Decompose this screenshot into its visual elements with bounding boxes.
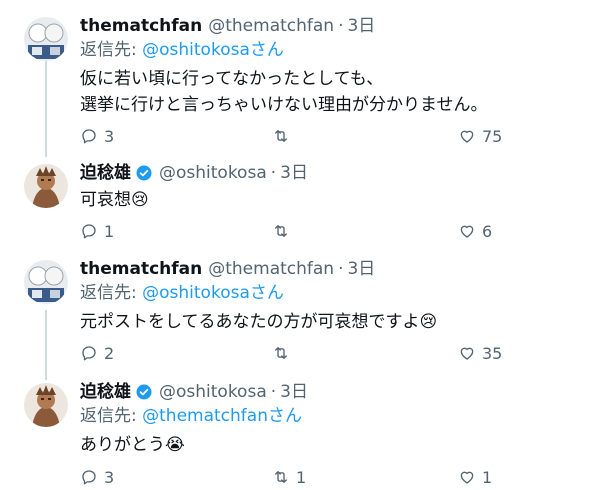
user-handle[interactable]: @oshitokosa <box>159 161 267 185</box>
action-bar: 3 75 <box>80 124 600 148</box>
retweet-button[interactable] <box>272 341 296 365</box>
separator: · <box>270 382 277 402</box>
separator: · <box>338 16 344 36</box>
timestamp[interactable]: 3日 <box>280 161 308 185</box>
reply-suffix: さん <box>249 283 284 303</box>
tweet-header: thematchfan @thematchfan · 3日 <box>80 14 580 38</box>
reply-button[interactable]: 1 <box>80 219 114 243</box>
verified-badge-icon <box>136 384 152 400</box>
avatar-image <box>24 383 68 427</box>
timestamp[interactable]: 3日 <box>347 257 375 281</box>
reply-count: 1 <box>104 221 115 241</box>
display-name[interactable]: thematchfan <box>80 14 202 38</box>
user-handle[interactable]: @thematchfan <box>208 257 334 281</box>
tweet-text: ありがとう😭 <box>80 432 580 458</box>
heart-icon <box>460 130 474 143</box>
tweet-text-line: 元ポストをしてるあなたの方が可哀想ですよ😢 <box>80 312 438 332</box>
like-button[interactable]: 1 <box>458 465 492 489</box>
reply-icon <box>82 129 96 144</box>
verified-badge-icon <box>136 165 152 181</box>
retweet-count: 1 <box>296 467 307 487</box>
reply-to: 返信先: @thematchfanさん <box>80 404 580 428</box>
like-count: 35 <box>482 343 503 363</box>
tweet-header: 迫稔雄 @oshitokosa · 3日 <box>80 161 580 185</box>
like-count: 75 <box>482 126 503 146</box>
user-handle[interactable]: @thematchfan <box>208 14 334 38</box>
like-button[interactable]: 6 <box>458 219 492 243</box>
retweet-button[interactable] <box>272 219 296 243</box>
tweet-header: thematchfan @thematchfan · 3日 <box>80 257 580 281</box>
avatar-image <box>24 17 68 61</box>
reply-prefix: 返信先: <box>80 283 143 303</box>
avatar[interactable] <box>24 260 68 304</box>
action-bar: 2 35 <box>80 341 600 365</box>
tweet-text-line: 選挙に行けと言っちゃいけない理由が分かりません。 <box>80 95 488 115</box>
reply-prefix: 返信先: <box>80 40 143 60</box>
reply-suffix: さん <box>267 406 302 426</box>
retweet-icon <box>275 130 287 142</box>
separator: · <box>338 259 344 279</box>
tweet-text: 可哀想😢 <box>80 187 580 213</box>
tweet[interactable]: thematchfan @thematchfan · 3日 返信先: @oshi… <box>0 14 600 146</box>
reply-count: 3 <box>104 126 115 146</box>
tweet-text-line: 可哀想😢 <box>80 190 149 210</box>
reply-button[interactable]: 3 <box>80 465 114 489</box>
tweet-text: 仮に若い頃に行ってなかったとしても、 選挙に行けと言っちゃいけない理由が分かりま… <box>80 66 580 118</box>
reply-icon <box>82 470 96 485</box>
retweet-icon <box>275 471 287 483</box>
retweet-icon <box>275 225 287 237</box>
reply-count: 2 <box>104 343 115 363</box>
reply-handle-link[interactable]: @thematchfan <box>142 406 268 426</box>
retweet-button[interactable] <box>272 124 296 148</box>
like-count: 1 <box>482 467 493 487</box>
reply-handle-link[interactable]: @oshitokosa <box>142 283 250 303</box>
display-name[interactable]: 迫稔雄 <box>80 380 131 404</box>
like-count: 6 <box>482 221 493 241</box>
like-button[interactable]: 35 <box>458 341 502 365</box>
separator: · <box>270 163 277 183</box>
reply-icon <box>82 346 96 361</box>
reply-suffix: さん <box>249 40 284 60</box>
retweet-icon <box>275 347 287 359</box>
like-button[interactable]: 75 <box>458 124 502 148</box>
display-name[interactable]: thematchfan <box>80 257 202 281</box>
tweet-text-line: 仮に若い頃に行ってなかったとしても、 <box>80 69 384 89</box>
reply-button[interactable]: 3 <box>80 124 114 148</box>
display-name[interactable]: 迫稔雄 <box>80 161 131 185</box>
tweet-header: 迫稔雄 @oshitokosa · 3日 <box>80 380 580 404</box>
timestamp[interactable]: 3日 <box>280 380 308 404</box>
avatar[interactable] <box>24 164 68 208</box>
retweet-button[interactable]: 1 <box>272 465 306 489</box>
user-handle[interactable]: @oshitokosa <box>159 380 267 404</box>
avatar[interactable] <box>24 383 68 427</box>
reply-prefix: 返信先: <box>80 406 143 426</box>
reply-icon <box>82 224 96 239</box>
action-bar: 1 6 <box>80 219 600 243</box>
timestamp[interactable]: 3日 <box>347 14 375 38</box>
reply-handle-link[interactable]: @oshitokosa <box>142 40 250 60</box>
tweet[interactable]: 迫稔雄 @oshitokosa · 3日 返信先: @thematchfanさん… <box>0 380 600 490</box>
tweet[interactable]: 迫稔雄 @oshitokosa · 3日 可哀想😢 1 6 <box>0 161 600 247</box>
heart-icon <box>460 471 474 484</box>
reply-count: 3 <box>104 467 115 487</box>
avatar-image <box>24 260 68 304</box>
tweet-text: 元ポストをしてるあなたの方が可哀想ですよ😢 <box>80 309 580 335</box>
heart-icon <box>460 225 474 238</box>
tweet[interactable]: thematchfan @thematchfan · 3日 返信先: @oshi… <box>0 257 600 367</box>
reply-button[interactable]: 2 <box>80 341 114 365</box>
action-bar: 3 1 1 <box>80 465 600 489</box>
heart-icon <box>460 347 474 360</box>
tweet-text-line: ありがとう😭 <box>80 435 185 455</box>
reply-to: 返信先: @oshitokosaさん <box>80 281 580 305</box>
avatar[interactable] <box>24 17 68 61</box>
reply-to: 返信先: @oshitokosaさん <box>80 38 580 62</box>
avatar-image <box>24 164 68 208</box>
